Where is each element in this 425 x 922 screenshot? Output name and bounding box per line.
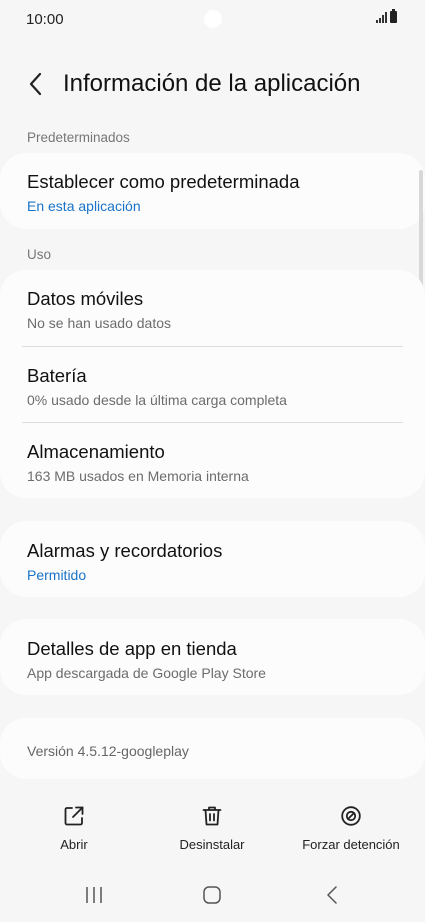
set-default-subtitle: En esta aplicación (27, 198, 141, 214)
chevron-left-icon[interactable] (26, 71, 46, 97)
storage-subtitle: 163 MB usados en Memoria interna (27, 468, 249, 484)
uninstall-button[interactable]: Desinstalar (168, 805, 256, 852)
battery-title: Batería (27, 365, 87, 386)
battery-icon (390, 9, 397, 23)
alarms-subtitle: Permitido (27, 567, 87, 583)
store-details-subtitle: App descargada de Google Play Store (27, 665, 266, 681)
section-label-defaults: Predeterminados (27, 130, 130, 145)
camera-cutout (204, 10, 222, 28)
app-bar: Información de la aplicación (0, 62, 425, 106)
block-icon (341, 806, 361, 826)
store-details-title: Detalles de app en tienda (27, 638, 237, 659)
section-label-usage: Uso (27, 247, 52, 262)
home-icon[interactable] (202, 885, 222, 905)
force-stop-button[interactable]: Forzar detención (296, 805, 406, 852)
set-default-item[interactable]: Establecer como predeterminada En esta a… (27, 171, 405, 214)
force-stop-label: Forzar detención (302, 837, 400, 852)
page-title: Información de la aplicación (63, 70, 361, 97)
mobile-data-item[interactable]: Datos móviles No se han usado datos (27, 288, 405, 331)
alarms-card: Alarmas y recordatorios Permitido (0, 521, 425, 597)
version-text: Versión 4.5.12-googleplay (27, 743, 189, 759)
signal-icon (376, 11, 387, 23)
storage-item[interactable]: Almacenamiento 163 MB usados en Memoria … (27, 441, 405, 484)
mobile-data-subtitle: No se han usado datos (27, 315, 171, 331)
bottom-action-bar: Abrir Desinstalar Forzar detención (0, 805, 425, 865)
battery-item[interactable]: Batería 0% usado desde la última carga c… (27, 365, 405, 408)
defaults-card: Establecer como predeterminada En esta a… (0, 153, 425, 229)
status-bar: 10:00 (0, 0, 425, 38)
open-external-icon (64, 806, 84, 826)
recent-apps-icon[interactable] (84, 885, 104, 905)
store-card: Detalles de app en tienda App descargada… (0, 619, 425, 695)
system-nav-bar (0, 875, 425, 915)
store-details-item[interactable]: Detalles de app en tienda App descargada… (27, 638, 405, 681)
storage-title: Almacenamiento (27, 441, 165, 462)
uninstall-label: Desinstalar (179, 837, 245, 852)
battery-subtitle: 0% usado desde la última carga completa (27, 392, 287, 408)
divider (22, 346, 403, 347)
open-button[interactable]: Abrir (40, 805, 108, 852)
back-nav-icon[interactable] (323, 885, 343, 905)
system-icons (376, 9, 397, 23)
alarms-item[interactable]: Alarmas y recordatorios Permitido (27, 540, 405, 583)
divider (22, 422, 403, 423)
open-label: Abrir (60, 837, 88, 852)
mobile-data-title: Datos móviles (27, 288, 144, 309)
set-default-title: Establecer como predeterminada (27, 171, 300, 192)
trash-icon (202, 806, 222, 826)
alarms-title: Alarmas y recordatorios (27, 540, 223, 561)
status-time: 10:00 (26, 11, 64, 28)
usage-card: Datos móviles No se han usado datos Bate… (0, 270, 425, 498)
version-card: Versión 4.5.12-googleplay (0, 718, 425, 779)
